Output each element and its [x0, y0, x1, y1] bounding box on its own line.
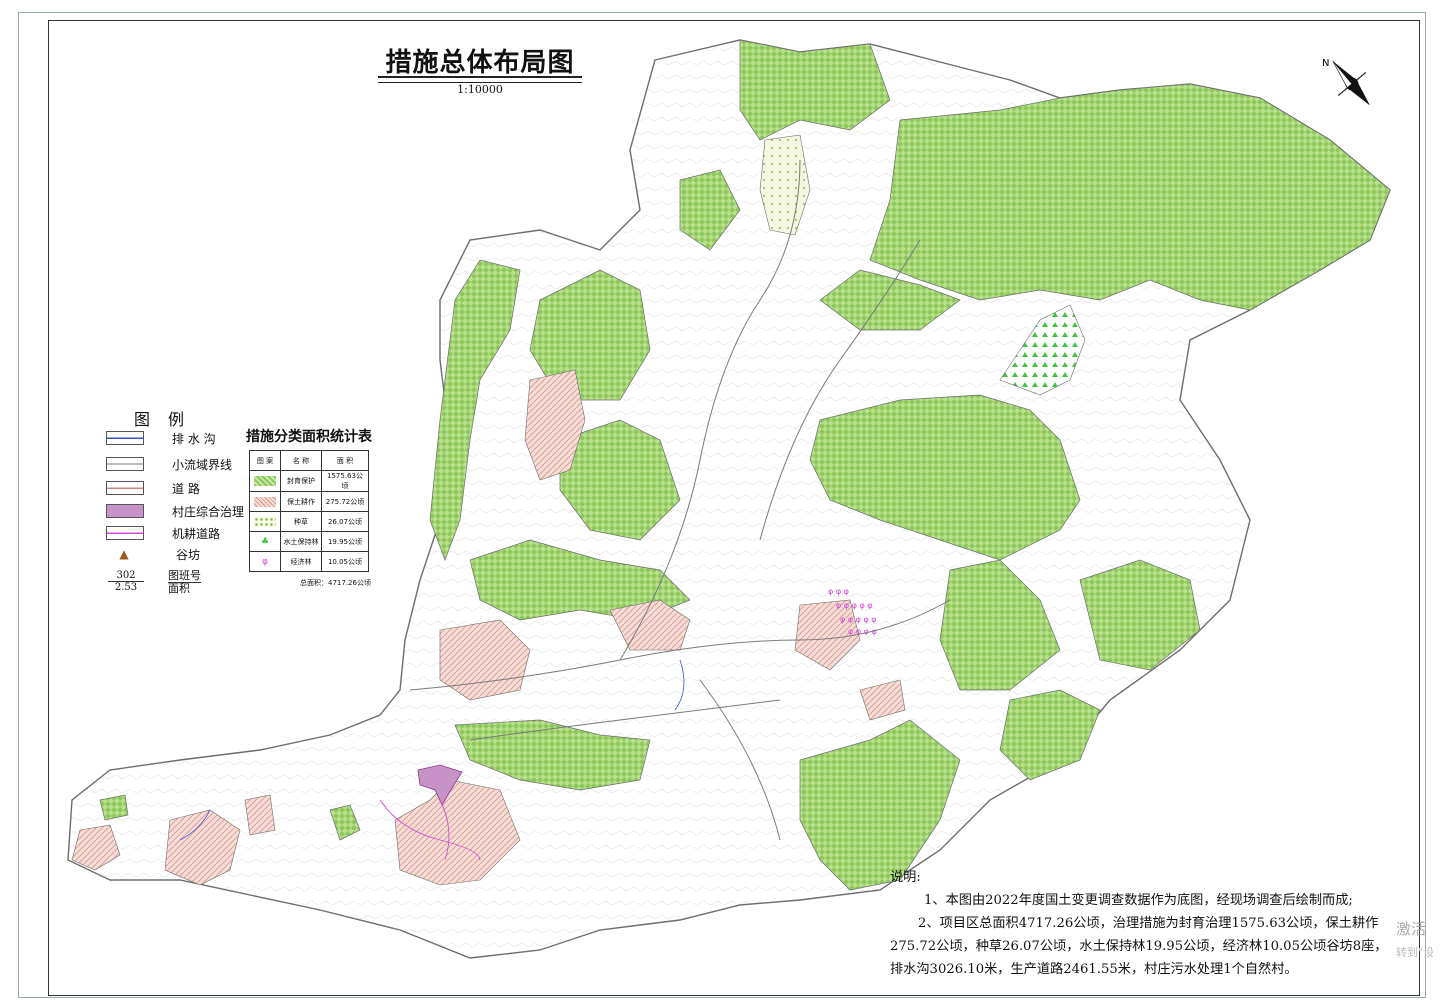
stats-table: 图 案 名 称 面 积 封育保护 1575.63公顷 保土耕作 275.72公顷… [249, 450, 369, 572]
village-icon [106, 504, 144, 518]
legend-label: 道 路 [172, 481, 200, 496]
stats-table-title: 措施分类面积统计表 [246, 429, 372, 445]
notes-block: 说明: 1、本图由2022年度国土变更调查数据作为底图，经现场调查后绘制而成; … [890, 866, 1410, 981]
legend-item-road: 道 路 [106, 479, 200, 497]
legend-item-village: 村庄综合治理 [106, 502, 244, 520]
north-arrow-label: N [1322, 58, 1329, 69]
table-header: 面 积 [321, 450, 369, 471]
plot-area: 2.53 [114, 582, 138, 593]
legend-label: 机耕道路 [172, 526, 221, 541]
legend-item-check-dam: ▲ 谷坊 [106, 545, 200, 563]
measure-name: 保土耕作 [280, 491, 322, 512]
measure-area: 10.05公顷 [321, 551, 369, 572]
plot-area-caption: 面积 [168, 582, 190, 595]
notes-line: 1、本图由2022年度国土变更调查数据作为底图，经现场调查后绘制而成; [924, 893, 1353, 908]
map-title: 措施总体布局图 [385, 48, 575, 78]
watershed-boundary-icon [106, 457, 144, 471]
notes-line: 275.72公顷，种草26.07公顷，水土保持林19.95公顷，经济林10.05… [890, 939, 1388, 954]
plot-number-label: 图班号 面积 [168, 570, 201, 595]
table-header: 名 称 [280, 450, 322, 471]
svg-text:φ φ φ φ φ: φ φ φ φ φ [840, 615, 877, 624]
measure-area: 19.95公顷 [321, 531, 369, 552]
notes-line: 2、项目区总面积4717.26公顷，治理措施为封育治理1575.63公顷，保土耕… [918, 916, 1379, 931]
table-header-row: 图 案 名 称 面 积 [249, 450, 369, 471]
legend-item-watershed: 小流域界线 [106, 455, 232, 473]
measure-area: 1575.63公顷 [321, 470, 369, 492]
legend-label: 村庄综合治理 [172, 504, 245, 519]
map-scale: 1:10000 [457, 83, 503, 96]
legend-title: 图例 [134, 410, 203, 429]
pattern-swatch-pink [249, 491, 281, 512]
svg-text:φ φ φ: φ φ φ [828, 587, 849, 596]
measure-area: 275.72公顷 [321, 491, 369, 512]
legend-label: 小流域界线 [172, 457, 233, 472]
legend-label: 排 水 沟 [172, 431, 216, 446]
drainage-ditch-icon [106, 431, 144, 445]
legend-label: 谷坊 [176, 547, 201, 562]
activation-watermark-sub: 转到"设 [1396, 946, 1435, 959]
pattern-swatch-green [249, 470, 281, 492]
title-underline [378, 76, 582, 83]
road-icon [106, 481, 144, 495]
measure-name: 水土保持林 [280, 531, 322, 552]
measure-name: 封育保护 [280, 470, 322, 492]
tractor-road-icon [106, 526, 144, 540]
economic-forest-icon: φ [249, 551, 281, 572]
table-row: 保土耕作 275.72公顷 [249, 491, 369, 512]
measure-area: 26.07公顷 [321, 511, 369, 532]
svg-text:φ φ φ φ φ: φ φ φ φ φ [836, 601, 873, 610]
check-dam-icon: ▲ [119, 547, 129, 561]
notes-line: 排水沟3026.10米，生产道路2461.55米，村庄污水处理1个自然村。 [890, 962, 1298, 977]
legend-item-drainage: 排 水 沟 [106, 429, 216, 447]
notes-heading: 说明: [890, 870, 921, 885]
table-row: 种草 26.07公顷 [249, 511, 369, 532]
measure-name: 种草 [280, 511, 322, 532]
table-row: ♣ 水土保持林 19.95公顷 [249, 531, 369, 552]
activation-watermark: 激活 [1396, 920, 1427, 938]
measure-name: 经济林 [280, 551, 322, 572]
table-row: 封育保护 1575.63公顷 [249, 470, 369, 492]
table-row: φ 经济林 10.05公顷 [249, 551, 369, 572]
stats-total: 总面积：4717.26公顷 [300, 579, 371, 587]
legend-item-tractor-road: 机耕道路 [106, 524, 220, 542]
plot-number: 302 [108, 570, 144, 582]
table-header: 图 案 [249, 450, 281, 471]
tree-icon: ♣ [249, 531, 281, 552]
pattern-swatch-grass [249, 511, 281, 532]
plot-number-sample: 302 2.53 [108, 570, 144, 593]
